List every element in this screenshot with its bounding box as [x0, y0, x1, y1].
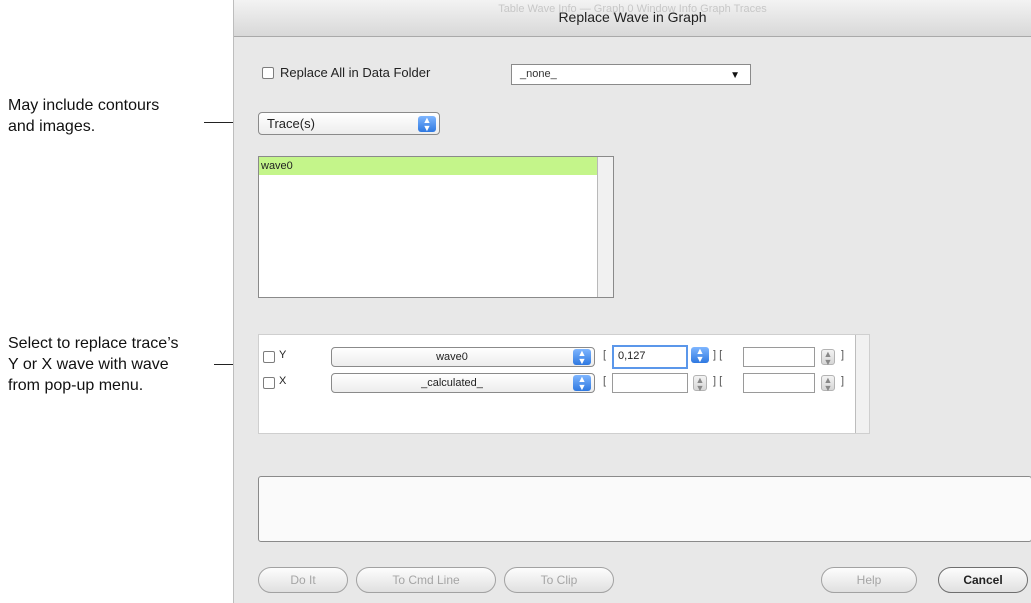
annotation-wave: Select to replace trace’s Y or X wave wi… [8, 333, 178, 396]
annotation-line: Select to replace trace’s [8, 335, 179, 352]
replace-wave-dialog: Table Wave Info — Graph 0 Window Info Gr… [233, 0, 1031, 603]
up-down-arrows-icon[interactable]: ▲ ▼ [821, 349, 835, 367]
data-folder-value: _none_ [520, 68, 557, 80]
type-popup-value: Trace(s) [267, 116, 315, 131]
bracket-close: ] [ [713, 375, 723, 387]
bracket-close: ] [ [713, 349, 723, 361]
help-button[interactable]: Help [821, 567, 917, 593]
x-range-start-field[interactable] [612, 373, 688, 393]
y-wave-value: wave0 [436, 351, 468, 363]
y-range-start-field[interactable]: 0,127 [612, 345, 688, 369]
list-item[interactable]: wave0 [259, 157, 597, 175]
command-preview-area[interactable] [258, 476, 1031, 542]
bracket-open: [ [603, 349, 607, 361]
triangle-down-icon: ▼ [730, 70, 740, 81]
y-axis-label: Y [279, 349, 287, 361]
cancel-button[interactable]: Cancel [938, 567, 1028, 593]
up-down-arrows-icon: ▲ ▼ [418, 116, 436, 133]
y-range-start-value: 0,127 [618, 350, 646, 362]
wave-selection-panel: Y wave0 ▲ ▼ [ 0,127 ▲ ▼ ] [ ▲ ▼ ] X _calcul… [258, 334, 870, 434]
x-wave-checkbox[interactable] [263, 377, 275, 389]
annotation-line: from pop-up menu. [8, 377, 144, 394]
trace-list[interactable]: wave0 [258, 156, 614, 298]
replace-all-label: Replace All in Data Folder [280, 65, 431, 80]
annotation-line: and images. [8, 118, 96, 135]
type-popup[interactable]: Trace(s) ▲ ▼ [258, 112, 440, 135]
y-range-end-field[interactable] [743, 347, 815, 367]
panel-scrollbar[interactable] [855, 335, 869, 433]
dialog-titlebar[interactable]: Table Wave Info — Graph 0 Window Info Gr… [234, 0, 1031, 37]
up-down-arrows-icon[interactable]: ▲ ▼ [691, 347, 709, 364]
up-down-arrows-icon[interactable]: ▲ ▼ [693, 375, 707, 393]
x-wave-popup[interactable]: _calculated_ ▲ ▼ [331, 373, 595, 393]
to-cmd-line-button[interactable]: To Cmd Line [356, 567, 496, 593]
up-down-arrows-icon[interactable]: ▲ ▼ [821, 375, 835, 393]
bracket-close: ] [841, 375, 845, 387]
data-folder-dropdown[interactable]: _none_ ▼ [511, 64, 751, 85]
y-wave-popup[interactable]: wave0 ▲ ▼ [331, 347, 595, 367]
bracket-open: [ [603, 375, 607, 387]
background-window-title: Table Wave Info — Graph 0 Window Info Gr… [498, 3, 767, 15]
to-clip-button[interactable]: To Clip [504, 567, 614, 593]
x-wave-value: _calculated_ [421, 377, 483, 389]
annotation-line: May include contours [8, 97, 160, 114]
x-range-end-field[interactable] [743, 373, 815, 393]
do-it-button[interactable]: Do It [258, 567, 348, 593]
x-axis-label: X [279, 375, 287, 387]
annotation-line: Y or X wave with wave [8, 356, 169, 373]
replace-all-checkbox[interactable] [262, 67, 274, 79]
bracket-close: ] [841, 349, 845, 361]
trace-list-scrollbar[interactable] [597, 157, 613, 297]
up-down-arrows-icon: ▲ ▼ [573, 375, 591, 392]
annotation-traces: May include contours and images. [8, 95, 159, 137]
y-wave-checkbox[interactable] [263, 351, 275, 363]
up-down-arrows-icon: ▲ ▼ [573, 349, 591, 366]
